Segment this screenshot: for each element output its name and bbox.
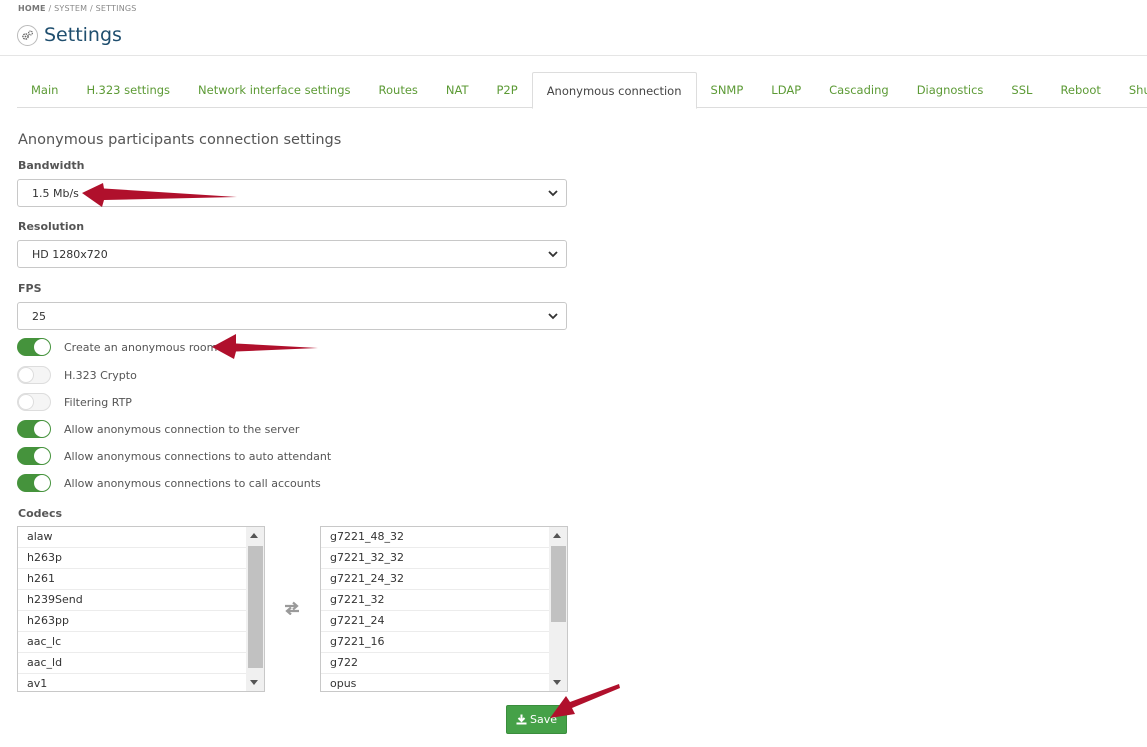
scrollbar[interactable]: [246, 527, 264, 691]
chevron-down-icon: [548, 313, 558, 320]
chevron-down-icon: [548, 190, 558, 197]
bandwidth-label: Bandwidth: [18, 159, 85, 172]
toggle-label: Create an anonymous room: [64, 340, 218, 354]
tab-ldap[interactable]: LDAP: [757, 72, 815, 108]
scroll-up-arrow-icon[interactable]: [250, 533, 258, 538]
allow-anonymous-server-toggle[interactable]: [17, 420, 51, 438]
tab-snmp[interactable]: SNMP: [697, 72, 758, 108]
toggle-label: Allow anonymous connections to call acco…: [64, 476, 321, 490]
selected-codecs-list[interactable]: g7221_48_32 g7221_32_32 g7221_24_32 g722…: [320, 526, 568, 692]
tab-reboot[interactable]: Reboot: [1046, 72, 1114, 108]
scroll-down-arrow-icon[interactable]: [553, 680, 561, 685]
toggle-row-filtering-rtp: Filtering RTP: [17, 393, 132, 411]
fps-value: 25: [32, 309, 46, 323]
toggle-label: Filtering RTP: [64, 395, 132, 409]
page-title: Settings: [44, 24, 122, 46]
toggle-row-create-anonymous-room: Create an anonymous room: [17, 338, 217, 356]
scroll-down-arrow-icon[interactable]: [250, 680, 258, 685]
settings-tabs: Main H.323 settings Network interface se…: [17, 72, 1147, 109]
list-item[interactable]: g7221_24_32: [321, 569, 549, 590]
settings-gears-icon: [17, 24, 38, 46]
breadcrumb: HOME / SYSTEM / SETTINGS: [18, 4, 137, 13]
save-button[interactable]: Save: [506, 705, 567, 734]
h323-crypto-toggle[interactable]: [17, 366, 51, 384]
list-item[interactable]: opus: [321, 674, 549, 691]
list-item[interactable]: g7221_16: [321, 632, 549, 653]
section-title: Anonymous participants connection settin…: [18, 132, 342, 148]
available-codecs-list[interactable]: alaw h263p h261 h239Send h263pp aac_lc a…: [17, 526, 265, 692]
list-item[interactable]: g7221_24: [321, 611, 549, 632]
list-item[interactable]: aac_lc: [18, 632, 246, 653]
breadcrumb-path[interactable]: / SYSTEM / SETTINGS: [46, 4, 137, 13]
resolution-label: Resolution: [18, 220, 85, 233]
scroll-thumb[interactable]: [248, 546, 263, 668]
list-item[interactable]: alaw: [18, 527, 246, 548]
tab-nat[interactable]: NAT: [432, 72, 483, 108]
allow-anonymous-call-accounts-toggle[interactable]: [17, 474, 51, 492]
toggle-row-h323-crypto: H.323 Crypto: [17, 366, 137, 384]
swap-arrows-icon[interactable]: [283, 601, 301, 615]
list-item[interactable]: g7221_32_32: [321, 548, 549, 569]
list-item[interactable]: h263pp: [18, 611, 246, 632]
toggle-row-allow-anonymous-call-accounts: Allow anonymous connections to call acco…: [17, 474, 321, 492]
toggle-row-allow-anonymous-server: Allow anonymous connection to the server: [17, 420, 299, 438]
header-divider: [0, 55, 1147, 56]
toggle-row-allow-anonymous-auto-attendant: Allow anonymous connections to auto atte…: [17, 447, 331, 465]
tab-cascading[interactable]: Cascading: [815, 72, 903, 108]
tab-anonymous-connection[interactable]: Anonymous connection: [531, 72, 697, 109]
tab-diagnostics[interactable]: Diagnostics: [903, 72, 998, 108]
tab-h323-settings[interactable]: H.323 settings: [72, 72, 184, 108]
list-item[interactable]: av1: [18, 674, 246, 691]
tab-routes[interactable]: Routes: [365, 72, 432, 108]
list-item[interactable]: h261: [18, 569, 246, 590]
list-item[interactable]: h239Send: [18, 590, 246, 611]
fps-select[interactable]: 25: [17, 302, 567, 330]
breadcrumb-home[interactable]: HOME: [18, 4, 46, 13]
tab-shutdown[interactable]: Shutdown: [1115, 72, 1147, 108]
toggle-label: H.323 Crypto: [64, 368, 137, 382]
tab-main[interactable]: Main: [17, 72, 72, 108]
list-item[interactable]: g722: [321, 653, 549, 674]
scroll-thumb[interactable]: [551, 546, 566, 622]
tab-p2p[interactable]: P2P: [483, 72, 532, 108]
toggle-label: Allow anonymous connection to the server: [64, 422, 300, 436]
codecs-label: Codecs: [18, 507, 63, 520]
create-anonymous-room-toggle[interactable]: [17, 338, 51, 356]
bandwidth-value: 1.5 Mb/s: [32, 186, 79, 200]
resolution-select[interactable]: HD 1280x720: [17, 240, 567, 268]
tab-network-interface-settings[interactable]: Network interface settings: [184, 72, 364, 108]
scroll-up-arrow-icon[interactable]: [553, 533, 561, 538]
annotation-arrow-icon: [212, 334, 318, 359]
resolution-value: HD 1280x720: [32, 247, 108, 261]
list-item[interactable]: aac_ld: [18, 653, 246, 674]
bandwidth-select[interactable]: 1.5 Mb/s: [17, 179, 567, 207]
scrollbar[interactable]: [549, 527, 567, 691]
allow-anonymous-auto-attendant-toggle[interactable]: [17, 447, 51, 465]
list-item[interactable]: g7221_48_32: [321, 527, 549, 548]
list-item[interactable]: g7221_32: [321, 590, 549, 611]
filtering-rtp-toggle[interactable]: [17, 393, 51, 411]
fps-label: FPS: [18, 282, 42, 295]
page-header: Settings: [17, 24, 122, 46]
tab-ssl[interactable]: SSL: [997, 72, 1046, 108]
download-icon: [516, 714, 527, 725]
save-button-label: Save: [529, 713, 557, 726]
list-item[interactable]: h263p: [18, 548, 246, 569]
toggle-label: Allow anonymous connections to auto atte…: [64, 449, 332, 463]
chevron-down-icon: [548, 251, 558, 258]
